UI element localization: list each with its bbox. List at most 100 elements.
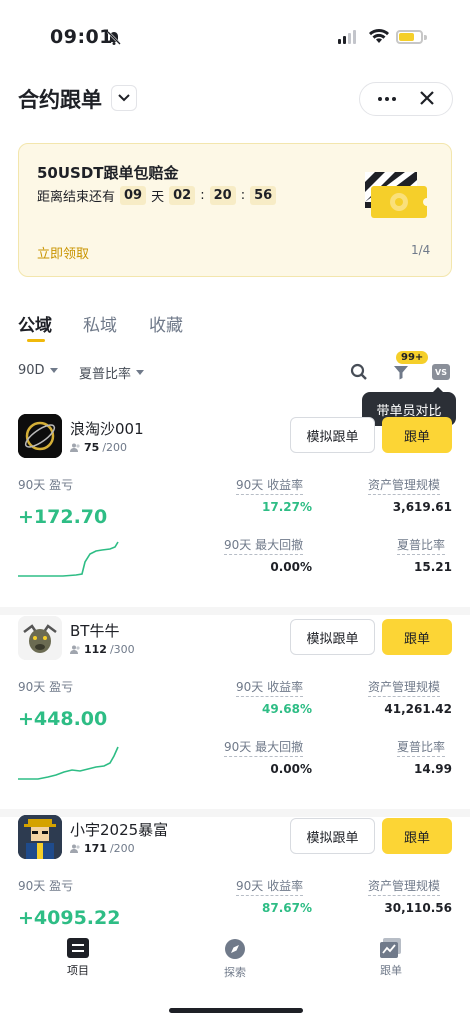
close-icon[interactable] — [420, 90, 434, 109]
countdown-sep-2: : — [240, 188, 246, 203]
pnl-value: +172.70 — [18, 506, 108, 528]
avatar[interactable] — [18, 414, 62, 458]
countdown-hours: 02 — [169, 186, 196, 205]
nav-copy-trading[interactable]: 跟单 — [361, 938, 421, 978]
mdd-label[interactable]: 90天 最大回撤 — [224, 536, 304, 555]
nav-explore[interactable]: 探索 — [205, 938, 265, 980]
caret-down-icon — [136, 370, 145, 375]
avatar[interactable] — [18, 616, 62, 660]
aum-label[interactable]: 资产管理规模 — [368, 476, 441, 495]
users-icon — [70, 844, 80, 853]
pnl-label: 90天 盈亏 — [18, 478, 74, 492]
trader-name[interactable]: BT牛牛 — [70, 620, 119, 641]
promo-title: 50USDT跟单包赔金 — [37, 164, 179, 182]
sort-filter[interactable]: 夏普比率 — [79, 363, 145, 382]
pnl-sparkline — [18, 541, 119, 577]
countdown-prefix: 距离结束还有 — [37, 190, 116, 205]
tab-public[interactable]: 公域 — [18, 311, 52, 336]
nav-label: 项目 — [67, 964, 89, 977]
bottom-nav: 项目 探索 跟单 — [0, 930, 470, 990]
roi-label[interactable]: 90天 收益率 — [236, 678, 304, 697]
pnl-value: +448.00 — [18, 708, 108, 730]
follower-capacity: /200 — [102, 441, 128, 454]
chart-icon — [380, 938, 401, 958]
roi-label[interactable]: 90天 收益率 — [236, 476, 304, 495]
sharpe-label[interactable]: 夏普比率 — [397, 738, 446, 757]
banner-pager: 1/4 — [411, 243, 431, 257]
period-filter-label: 90D — [18, 363, 45, 378]
countdown-sep-1: : — [200, 188, 205, 203]
active-tab-indicator — [27, 339, 45, 342]
sharpe-value: 14.99 — [414, 762, 452, 776]
search-icon[interactable] — [350, 363, 368, 385]
filter-funnel-icon[interactable] — [393, 364, 409, 384]
header-actions — [359, 82, 453, 116]
aum-label[interactable]: 资产管理规模 — [368, 678, 441, 697]
compass-icon — [225, 939, 245, 959]
follower-count: 112/300 — [70, 643, 135, 656]
users-icon — [70, 645, 80, 654]
follower-capacity: /200 — [109, 842, 135, 855]
roi-value: 17.27% — [262, 500, 312, 514]
chevron-down-icon — [118, 94, 130, 102]
wifi-icon — [368, 27, 390, 48]
copy-trade-button[interactable]: 跟单 — [382, 417, 452, 453]
sharpe-value: 15.21 — [414, 560, 452, 574]
tab-private[interactable]: 私域 — [83, 311, 117, 336]
pnl-label: 90天 盈亏 — [18, 879, 74, 893]
sort-filter-label: 夏普比率 — [79, 367, 132, 382]
title-dropdown-button[interactable] — [111, 85, 137, 111]
aum-label[interactable]: 资产管理规模 — [368, 877, 441, 896]
pnl-value: +4095.22 — [18, 907, 121, 929]
countdown-seconds: 56 — [250, 186, 277, 205]
nav-label: 探索 — [224, 966, 246, 979]
bell-muted-icon — [106, 30, 122, 50]
trader-name[interactable]: 浪淘沙001 — [70, 418, 144, 439]
simulate-copy-button[interactable]: 模拟跟单 — [290, 619, 375, 655]
signal-icon — [338, 30, 356, 44]
roi-value: 87.67% — [262, 901, 312, 915]
countdown-days-unit: 天 — [151, 190, 165, 205]
battery-tip — [424, 35, 427, 40]
vs-compare-icon[interactable]: VS — [432, 364, 450, 380]
aum-value: 30,110.56 — [384, 901, 452, 915]
simulate-copy-button[interactable]: 模拟跟单 — [290, 417, 375, 453]
countdown: 距离结束还有 09 天 02 : 20 : 56 — [37, 186, 277, 205]
follower-count: 75/200 — [70, 441, 127, 454]
follower-current: 75 — [84, 441, 100, 454]
claim-link[interactable]: 立即领取 — [37, 243, 89, 262]
filter-count-badge: 99+ — [396, 351, 429, 364]
tab-favorites[interactable]: 收藏 — [149, 311, 183, 336]
users-icon — [70, 443, 80, 452]
period-filter[interactable]: 90D — [18, 363, 58, 378]
mdd-label[interactable]: 90天 最大回撤 — [224, 738, 304, 757]
pnl-sparkline — [18, 746, 119, 780]
countdown-minutes: 20 — [209, 186, 236, 205]
follower-count: 171/200 — [70, 842, 135, 855]
roi-value: 49.68% — [262, 702, 312, 716]
coupon-ticket-icon — [363, 170, 431, 226]
follower-current: 171 — [84, 842, 107, 855]
avatar[interactable] — [18, 815, 62, 859]
home-indicator — [169, 1008, 303, 1013]
more-icon[interactable] — [378, 97, 396, 101]
sharpe-label[interactable]: 夏普比率 — [397, 536, 446, 555]
simulate-copy-button[interactable]: 模拟跟单 — [290, 818, 375, 854]
aum-value: 41,261.42 — [384, 702, 452, 716]
trader-name[interactable]: 小宇2025暴富 — [70, 819, 168, 840]
card-divider — [0, 607, 470, 615]
follower-capacity: /300 — [109, 643, 135, 656]
mdd-value: 0.00% — [270, 762, 312, 776]
aum-value: 3,619.61 — [392, 500, 452, 514]
card-divider — [0, 809, 470, 817]
battery-icon — [396, 30, 423, 44]
copy-trade-button[interactable]: 跟单 — [382, 818, 452, 854]
copy-trade-button[interactable]: 跟单 — [382, 619, 452, 655]
roi-label[interactable]: 90天 收益率 — [236, 877, 304, 896]
page-title: 合约跟单 — [18, 88, 102, 112]
caret-down-icon — [49, 368, 58, 373]
status-time: 09:01 — [50, 26, 113, 48]
follower-current: 112 — [84, 643, 107, 656]
nav-label: 跟单 — [380, 964, 402, 977]
nav-projects[interactable]: 项目 — [48, 938, 108, 978]
